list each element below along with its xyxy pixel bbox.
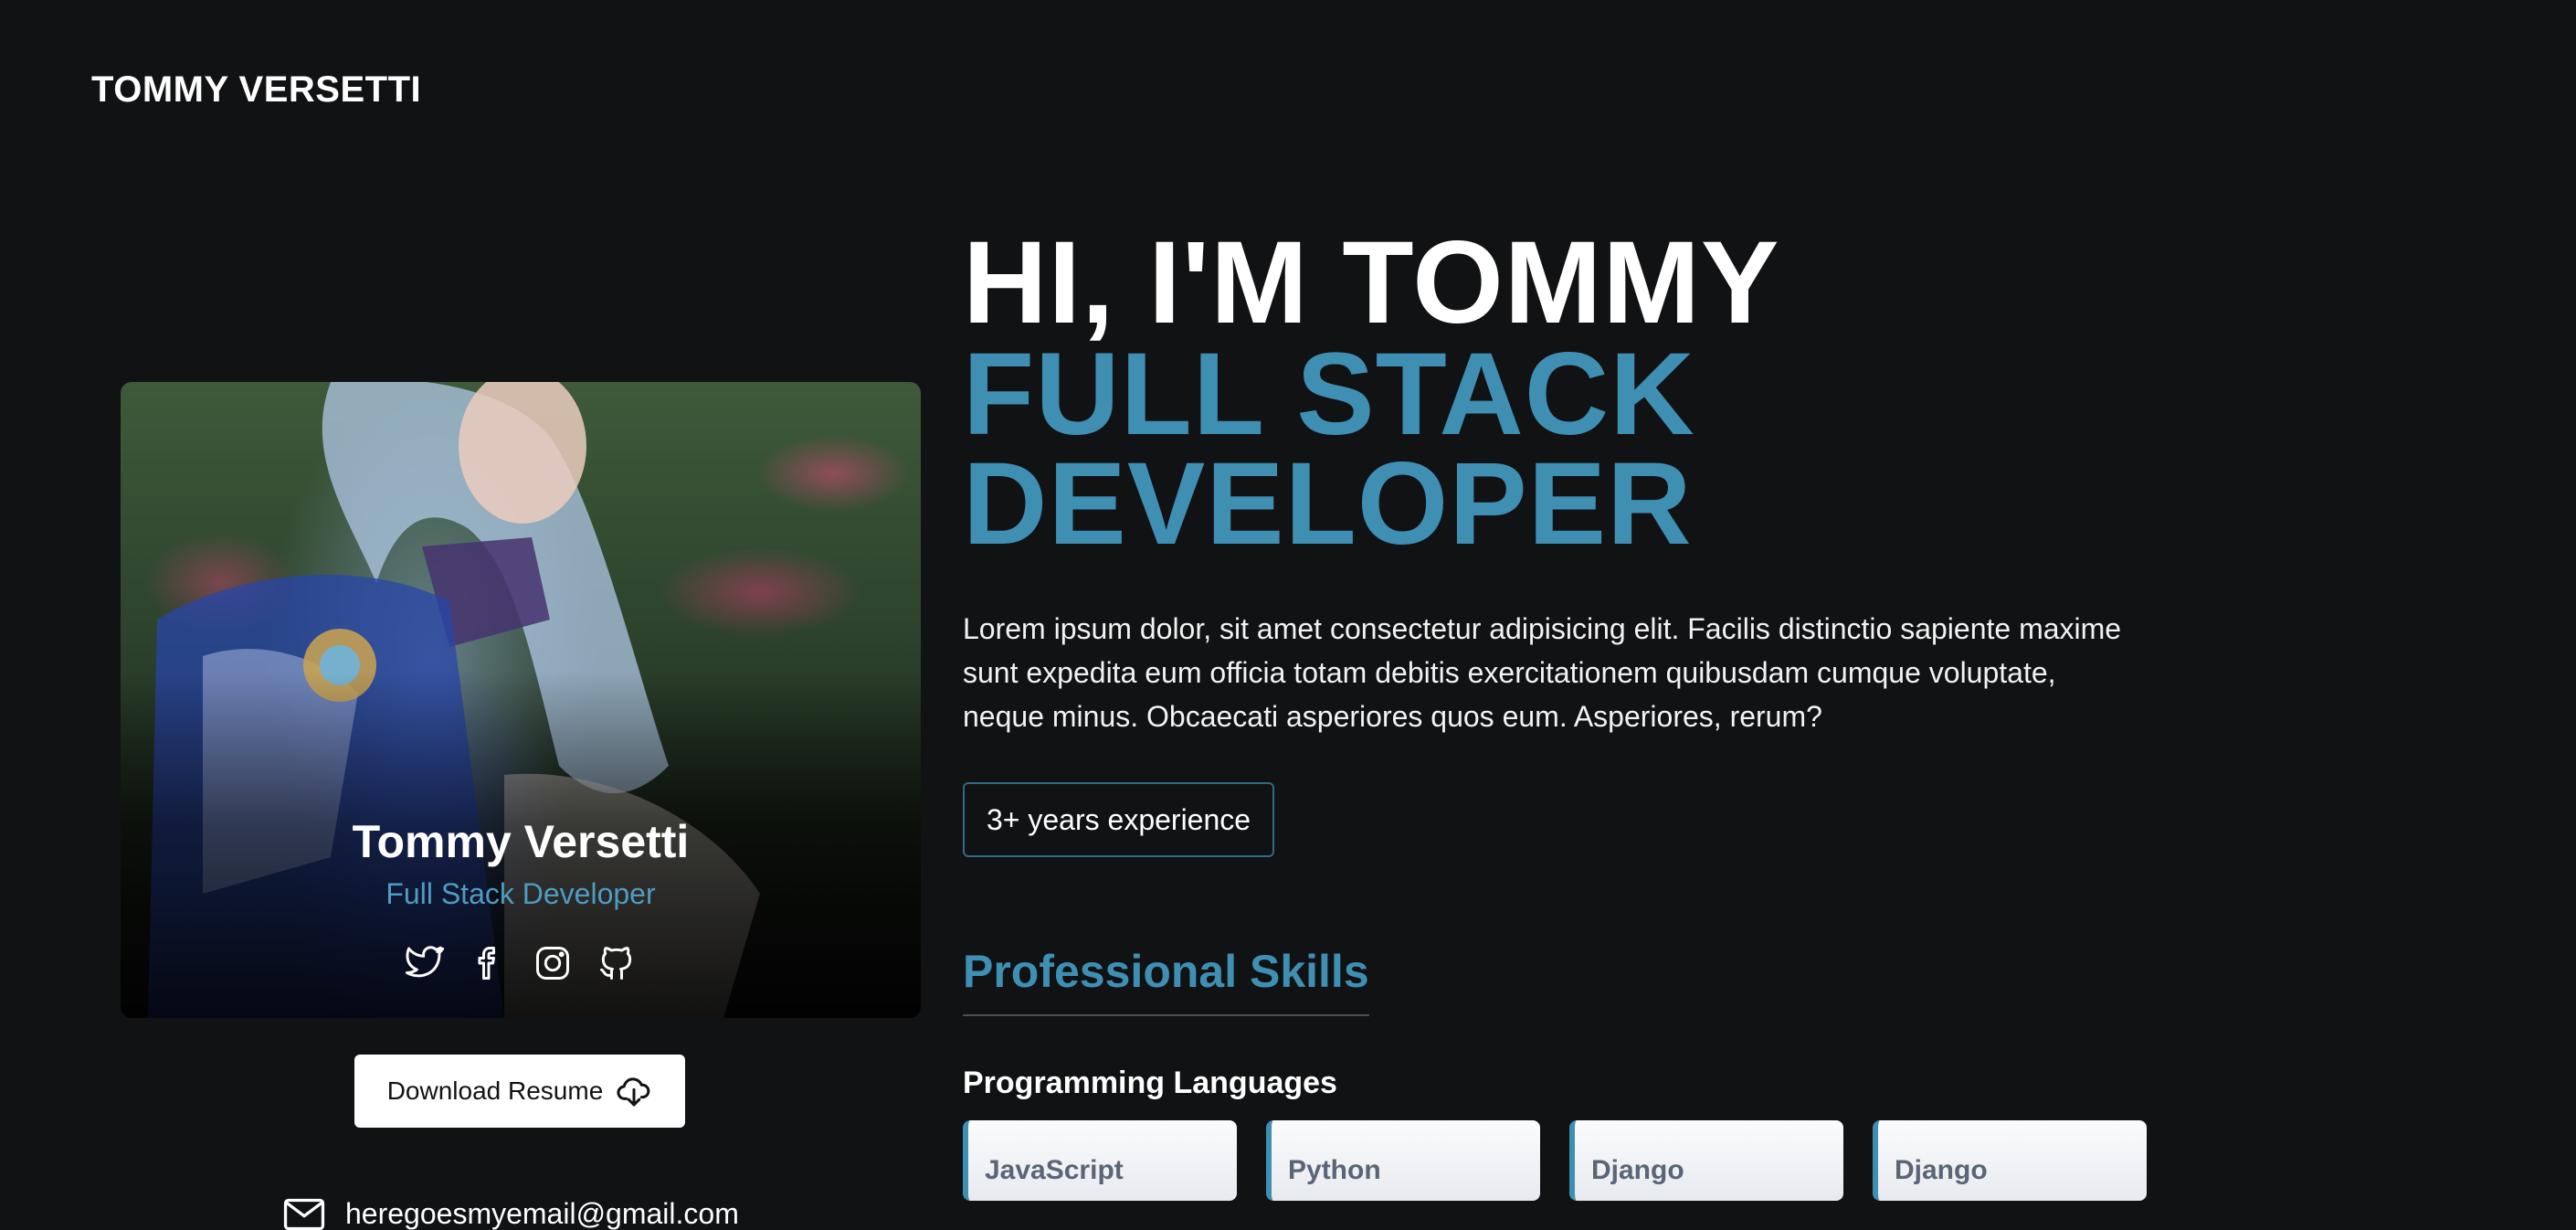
- skill-list: JavaScript Python Django Django: [963, 1120, 2147, 1201]
- email-text: heregoesmyemail@gmail.com: [345, 1197, 739, 1230]
- hero-greeting: HI, I'M TOMMY: [963, 217, 1780, 348]
- contact-email[interactable]: heregoesmyemail@gmail.com: [283, 1197, 739, 1230]
- mail-icon: [283, 1198, 325, 1230]
- skills-section-title: Professional Skills: [963, 945, 1369, 1016]
- facebook-icon[interactable]: [469, 943, 509, 983]
- github-icon[interactable]: [596, 943, 637, 983]
- profile-role: Full Stack Developer: [385, 877, 656, 910]
- instagram-icon[interactable]: [533, 943, 573, 983]
- site-brand[interactable]: TOMMY VERSETTI: [91, 69, 421, 111]
- skill-chip: Python: [1266, 1120, 1540, 1201]
- profile-card: Tommy Versetti Full Stack Developer: [121, 382, 921, 1018]
- profile-name: Tommy Versetti: [352, 816, 690, 867]
- download-resume-label: Download Resume: [386, 1076, 604, 1105]
- intro-text: Lorem ipsum dolor, sit amet consectetur …: [963, 612, 2122, 733]
- twitter-icon[interactable]: [405, 943, 445, 983]
- social-links: [121, 943, 921, 983]
- hero-title: FULL STACK DEVELOPER: [963, 329, 1695, 569]
- experience-badge: 3+ years experience: [963, 782, 1275, 857]
- skill-chip: JavaScript: [963, 1120, 1237, 1201]
- skill-group-title: Programming Languages: [963, 1066, 1337, 1100]
- cloud-download-icon: [617, 1077, 650, 1107]
- download-resume-button[interactable]: Download Resume: [354, 1055, 685, 1128]
- skill-chip: Django: [1873, 1120, 2147, 1201]
- skill-chip: Django: [1569, 1120, 1843, 1201]
- portfolio-page: TOMMY VERSETTI Tommy Versetti Full Stack…: [0, 0, 2576, 1230]
